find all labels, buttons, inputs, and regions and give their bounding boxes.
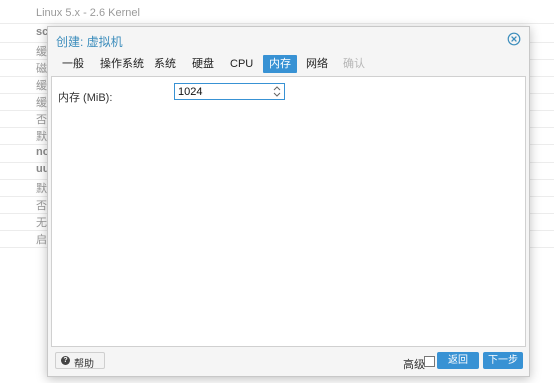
- memory-label: 内存 (MiB):: [58, 92, 113, 104]
- list-item-text: 默: [36, 131, 47, 143]
- advanced-checkbox[interactable]: [424, 356, 435, 367]
- help-label: 帮助: [74, 359, 94, 370]
- tab-system[interactable]: 系统: [148, 55, 182, 73]
- create-vm-dialog: 创建: 虚拟机 一般 操作系统 系统 硬盘 CPU 内存 网络 确认 内存 (M…: [47, 26, 530, 377]
- tab-cpu[interactable]: CPU: [224, 55, 259, 73]
- tab-memory[interactable]: 内存: [263, 55, 297, 73]
- close-icon[interactable]: [507, 32, 521, 46]
- dialog-title: 创建: 虚拟机: [56, 35, 123, 49]
- tab-network[interactable]: 网络: [300, 55, 334, 73]
- tab-os[interactable]: 操作系统: [94, 55, 150, 73]
- memory-stepper[interactable]: [174, 83, 285, 100]
- spinner-icon[interactable]: [272, 84, 282, 99]
- list-item[interactable]: Linux 5.x - 2.6 Kernel: [0, 4, 554, 24]
- dialog-titlebar[interactable]: 创建: 虚拟机: [48, 27, 529, 52]
- tab-confirm: 确认: [343, 58, 365, 70]
- tab-general[interactable]: 一般: [56, 55, 90, 73]
- list-item-text: 启: [36, 234, 47, 246]
- help-icon: ?: [61, 356, 70, 365]
- wizard-tabs: 一般 操作系统 系统 硬盘 CPU 内存 网络 确认: [48, 53, 529, 75]
- memory-input[interactable]: [175, 84, 268, 99]
- memory-panel: 内存 (MiB):: [51, 76, 526, 347]
- dialog-footer: ? 帮助 高级 返回 下一步: [48, 349, 529, 376]
- help-button[interactable]: ? 帮助: [55, 352, 105, 370]
- next-button[interactable]: 下一步: [483, 352, 523, 369]
- tab-disk[interactable]: 硬盘: [186, 55, 220, 73]
- advanced-label: 高级: [403, 359, 425, 371]
- back-button[interactable]: 返回: [437, 352, 479, 369]
- list-item-text: Linux 5.x - 2.6 Kernel: [36, 7, 140, 19]
